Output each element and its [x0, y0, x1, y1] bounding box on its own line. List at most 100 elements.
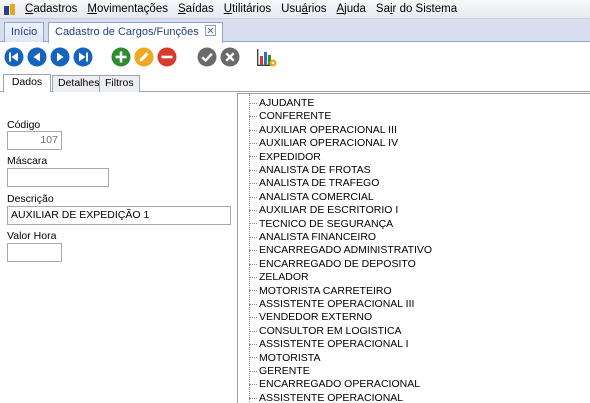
tree-connector — [249, 276, 257, 278]
report-icon — [257, 49, 277, 67]
add-icon — [111, 47, 131, 67]
delete-button[interactable] — [157, 47, 177, 67]
tab-filtros[interactable]: Filtros — [99, 75, 140, 92]
menu-ajuda[interactable]: Ajuda — [331, 0, 370, 19]
tree-item-label: AUXILIAR OPERACIONAL IV — [259, 137, 399, 150]
tab-detalhes-label: Detalhes — [58, 77, 100, 89]
mascara-label: Máscara — [7, 155, 48, 167]
tab-detalhes[interactable]: Detalhes — [52, 75, 106, 92]
tab-cadastro-cargos[interactable]: Cadastro de Cargos/Funções — [48, 22, 223, 43]
tree-item[interactable]: EXPEDIDOR — [249, 151, 321, 164]
tree-item[interactable]: ZELADOR — [249, 271, 309, 284]
tree-item[interactable]: CONSULTOR EM LOGISTICA — [249, 325, 402, 338]
tree-connector — [249, 343, 257, 345]
valor-hora-field[interactable] — [7, 243, 62, 262]
tree-item[interactable]: ASSISTENTE OPERACIONAL — [249, 392, 403, 403]
tree-item-label: VENDEDOR EXTERNO — [259, 311, 373, 324]
tree-connector — [249, 303, 257, 305]
edit-button[interactable] — [134, 47, 154, 67]
tree-item[interactable]: VENDEDOR EXTERNO — [249, 311, 372, 324]
previous-record-button[interactable] — [27, 47, 47, 67]
tree-item[interactable]: GERENTE — [249, 365, 310, 378]
codigo-field[interactable]: 107 — [7, 131, 62, 150]
descricao-field[interactable]: AUXILIAR DE EXPEDIÇÃO 1 — [7, 206, 231, 225]
mascara-field[interactable] — [7, 168, 109, 187]
tree-item[interactable]: CONFERENTE — [249, 110, 331, 123]
tree-connector — [249, 142, 257, 144]
tree-item[interactable]: AUXILIAR OPERACIONAL IV — [249, 137, 398, 150]
tree-item[interactable]: ASSISTENTE OPERACIONAL III — [249, 298, 414, 311]
tree-item-label: ASSISTENTE OPERACIONAL — [259, 391, 404, 403]
tree-item-label: AUXILIAR OPERACIONAL III — [259, 123, 397, 136]
cargos-tree[interactable]: AJUDANTE CONFERENTE AUXILIAR OPERACIONAL I… — [237, 93, 590, 403]
tree-item-label: ASSISTENTE OPERACIONAL I — [259, 338, 409, 351]
app-icon — [3, 2, 17, 16]
tree-item-label: ANALISTA DE FROTAS — [259, 164, 371, 176]
tree-item-label: TECNICO DE SEGURANÇA — [259, 217, 394, 230]
tree-connector — [249, 129, 257, 131]
tree-item[interactable]: AJUDANTE — [249, 97, 314, 110]
tree-item-label: AJUDANTE — [259, 97, 315, 109]
tree-connector — [249, 317, 257, 319]
tree-connector — [249, 196, 257, 198]
confirm-button[interactable] — [197, 47, 217, 67]
tree-connector — [249, 223, 257, 225]
descricao-label: Descrição — [7, 193, 54, 205]
tree-item[interactable]: AUXILIAR OPERACIONAL III — [249, 124, 397, 137]
document-tab-strip: Início Cadastro de Cargos/Funções — [0, 19, 590, 43]
tree-item-label: ENCARREGADO ADMINISTRATIVO — [259, 244, 433, 257]
tree-item[interactable]: MOTORISTA CARRETEIRO — [249, 285, 392, 298]
tree-item-label: ZELADOR — [259, 271, 309, 284]
menu-usuarios[interactable]: Usuários — [276, 0, 331, 19]
tree-connector — [249, 102, 257, 104]
tree-connector — [249, 330, 257, 332]
tree-item[interactable]: ENCARREGADO OPERACIONAL — [249, 378, 420, 391]
menu-utilitarios[interactable]: Utilitários — [219, 0, 276, 19]
tab-dados-label: Dados — [11, 76, 43, 88]
tree-item[interactable]: ENCARREGADO ADMINISTRATIVO — [249, 244, 432, 257]
tree-connector — [249, 169, 257, 171]
tree-item[interactable]: ENCARREGADO DE DEPOSITO — [249, 258, 416, 271]
tree-item-label: ENCARREGADO DE DEPOSITO — [259, 257, 416, 270]
tree-item[interactable]: MOTORISTA — [249, 352, 320, 365]
tree-item[interactable]: TECNICO DE SEGURANÇA — [249, 218, 393, 231]
tree-connector — [249, 370, 257, 372]
first-record-button[interactable] — [4, 47, 24, 67]
menu-movimentacoes[interactable]: Movimentações — [82, 0, 173, 19]
tab-inicio[interactable]: Início — [4, 22, 45, 42]
confirm-icon — [197, 47, 217, 67]
tree-item-label: ENCARREGADO OPERACIONAL — [259, 378, 421, 391]
tab-dados[interactable]: Dados — [3, 74, 51, 92]
close-icon[interactable] — [204, 25, 216, 36]
tree-item[interactable]: AUXILIAR DE ESCRITORIO I — [249, 204, 398, 217]
tree-connector — [249, 209, 257, 211]
menu-cadastros[interactable]: Cadastros — [20, 0, 82, 19]
tab-inicio-label: Início — [11, 26, 38, 38]
first-icon — [4, 47, 24, 67]
tree-item[interactable]: ANALISTA DE FROTAS — [249, 164, 371, 177]
menu-sair[interactable]: Sair do Sistema — [371, 0, 462, 19]
tree-connector — [249, 357, 257, 359]
valor-hora-label: Valor Hora — [7, 230, 57, 242]
edit-icon — [134, 47, 154, 67]
last-record-button[interactable] — [73, 47, 93, 67]
tree-connector — [249, 236, 257, 238]
tree-item[interactable]: ASSISTENTE OPERACIONAL I — [249, 338, 409, 351]
tree-item[interactable]: ANALISTA COMERCIAL — [249, 191, 374, 204]
form-subtabs: Dados Detalhes Filtros — [0, 74, 590, 92]
cancel-button[interactable] — [220, 47, 240, 67]
tree-connector — [249, 397, 257, 399]
tree-connector — [249, 250, 257, 252]
next-record-button[interactable] — [50, 47, 70, 67]
tree-connector — [249, 384, 257, 386]
menu-saidas[interactable]: Saídas — [173, 0, 219, 19]
report-button[interactable] — [256, 47, 277, 67]
tree-item-label: ANALISTA FINANCEIRO — [259, 231, 377, 243]
tree-connector — [249, 183, 257, 185]
tree-item-label: EXPEDIDOR — [259, 150, 321, 163]
tree-connector — [249, 156, 257, 158]
tree-item[interactable]: ANALISTA DE TRAFEGO — [249, 177, 379, 190]
tree-item[interactable]: ANALISTA FINANCEIRO — [249, 231, 376, 244]
add-button[interactable] — [111, 47, 131, 67]
tree-connector — [249, 116, 257, 118]
